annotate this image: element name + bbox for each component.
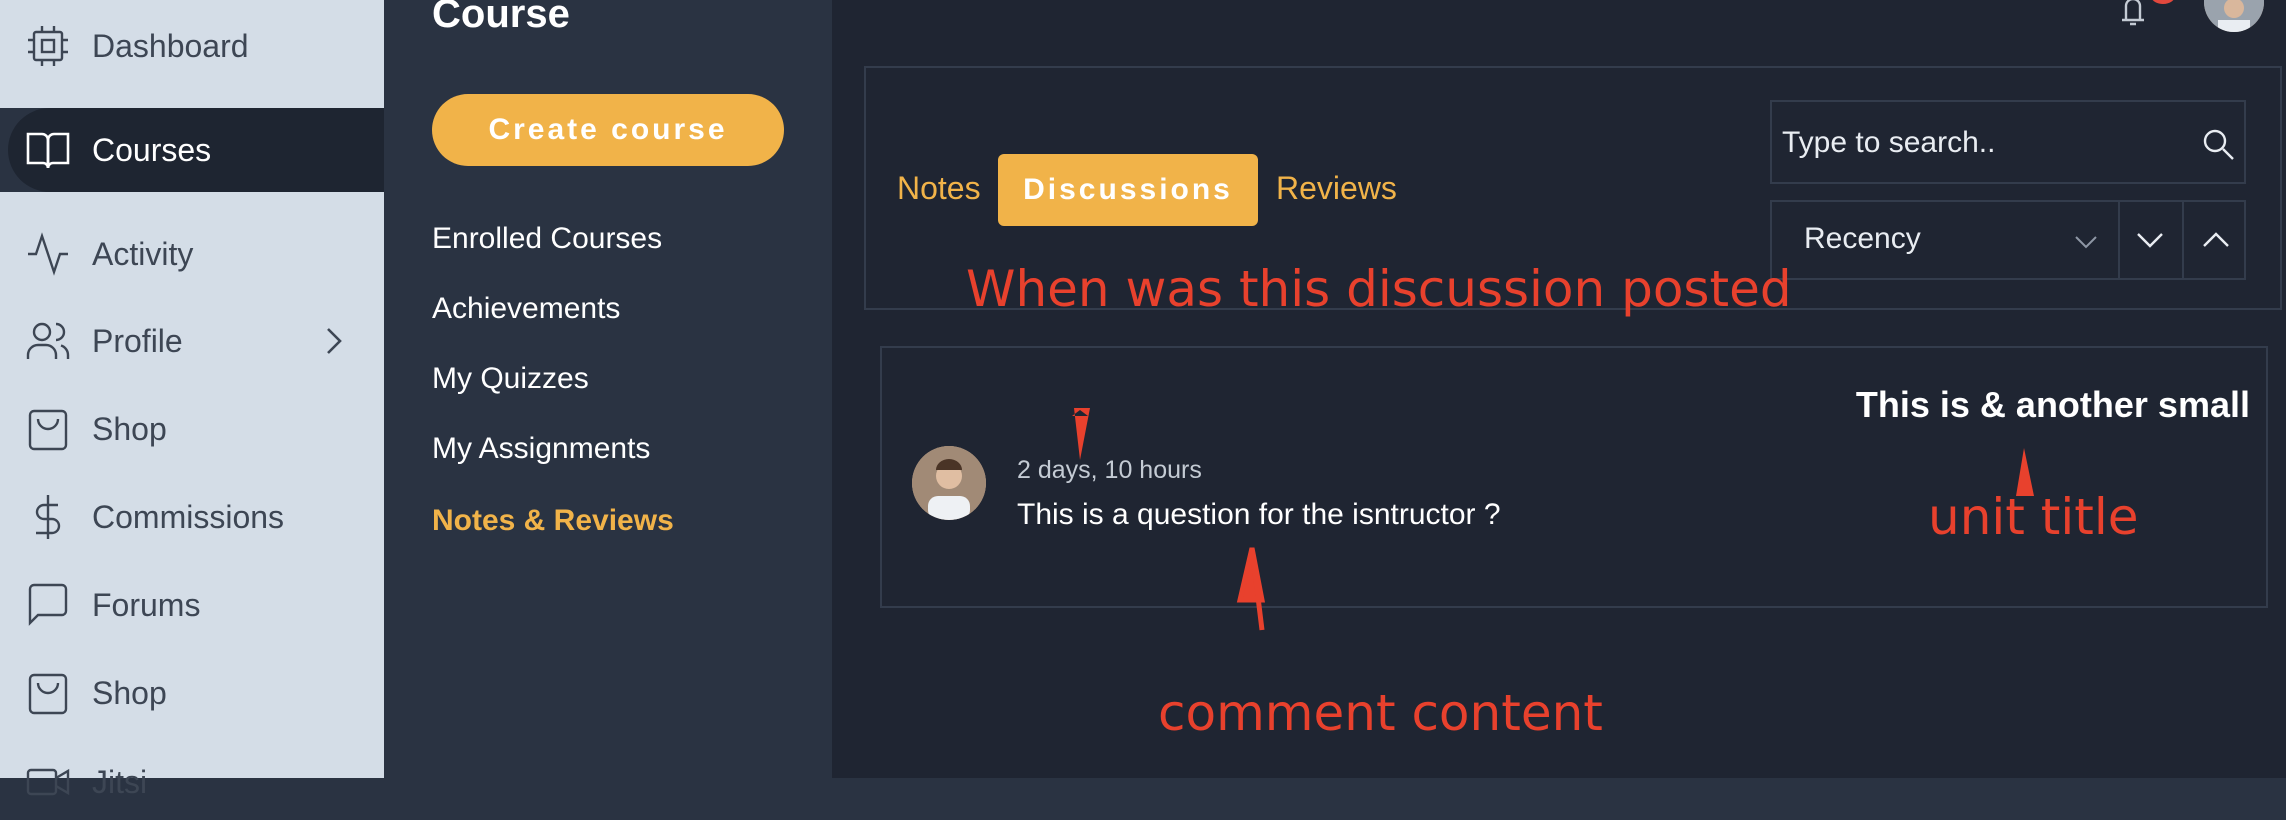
- create-course-button[interactable]: Create course: [432, 94, 784, 166]
- commenter-avatar: [912, 446, 986, 520]
- search-input[interactable]: [1780, 112, 2184, 174]
- tab-discussions[interactable]: Discussions: [998, 154, 1258, 226]
- sidebar-item-activity[interactable]: Activity: [0, 216, 384, 292]
- course-panel-title: Course: [432, 0, 570, 36]
- link-enrolled-courses[interactable]: Enrolled Courses: [432, 222, 662, 256]
- chevron-down-icon: [2137, 233, 2163, 248]
- sidebar-item-label: Courses: [92, 131, 212, 168]
- annotation-posted: When was this discussion posted: [966, 260, 1792, 318]
- sidebar-item-label: Shop: [92, 674, 167, 711]
- avatar-image: [912, 446, 986, 520]
- sidebar-item-commissions[interactable]: Commissions: [0, 479, 384, 555]
- sidebar-item-shop[interactable]: Shop: [0, 391, 384, 467]
- book-icon: [26, 132, 70, 169]
- sidebar-item-shop-2[interactable]: Shop: [0, 655, 384, 731]
- sidebar-item-label: Commissions: [92, 498, 285, 535]
- users-icon: [26, 322, 70, 359]
- left-navigation: Dashboard Courses Activity Profile Shop: [0, 0, 384, 800]
- sort-value: Recency: [1804, 222, 1921, 255]
- sort-select[interactable]: Recency: [1772, 202, 2120, 278]
- sidebar-item-label: Forums: [92, 586, 201, 623]
- video-icon: [26, 768, 70, 796]
- sidebar-item-forums[interactable]: Forums: [0, 567, 384, 643]
- discussion-content: This is a question for the isntructor ?: [1017, 498, 1501, 531]
- link-my-assignments[interactable]: My Assignments: [432, 432, 650, 466]
- search-box: [1770, 100, 2246, 184]
- unit-title: This is & another small: [1855, 384, 2250, 425]
- course-panel: Course Create course Enrolled Courses Ac…: [384, 0, 832, 778]
- annotation-unit-title: unit title: [1928, 488, 2139, 546]
- tab-notes[interactable]: Notes: [897, 170, 981, 207]
- sort-descending-button[interactable]: [2118, 202, 2184, 278]
- annotation-comment: comment content: [1158, 684, 1603, 742]
- link-my-quizzes[interactable]: My Quizzes: [432, 362, 589, 396]
- sidebar-item-label: Dashboard: [92, 27, 249, 64]
- dollar-icon: [35, 495, 61, 539]
- shopping-bag-icon: [28, 409, 68, 451]
- chevron-down-icon: [2075, 236, 2097, 249]
- sort-ascending-button[interactable]: [2184, 202, 2248, 278]
- activity-icon: [28, 232, 68, 276]
- sidebar-item-label: Profile: [92, 322, 183, 359]
- message-square-icon: [28, 583, 68, 626]
- sort-controls: Recency: [1770, 200, 2246, 280]
- chevron-right-icon[interactable]: [316, 323, 352, 359]
- tab-reviews[interactable]: Reviews: [1276, 170, 1397, 207]
- cpu-icon: [28, 26, 68, 66]
- shopping-bag-icon: [28, 673, 68, 715]
- bell-icon[interactable]: [2116, 0, 2150, 26]
- sidebar-item-label: Shop: [92, 410, 167, 447]
- search-icon[interactable]: [2200, 126, 2236, 162]
- sidebar-item-courses[interactable]: Courses: [0, 112, 384, 188]
- sidebar-item-dashboard[interactable]: Dashboard: [0, 8, 384, 84]
- sidebar-item-profile[interactable]: Profile: [0, 303, 384, 379]
- sidebar-item-label: Activity: [92, 235, 194, 272]
- sidebar-item-label: Jitsi: [92, 763, 148, 800]
- link-notes-reviews[interactable]: Notes & Reviews: [432, 504, 674, 538]
- link-achievements[interactable]: Achievements: [432, 292, 620, 326]
- sidebar-item-jitsi[interactable]: Jitsi: [0, 744, 384, 820]
- chevron-up-icon: [2203, 232, 2229, 247]
- discussion-time: 2 days, 10 hours: [1017, 456, 1202, 484]
